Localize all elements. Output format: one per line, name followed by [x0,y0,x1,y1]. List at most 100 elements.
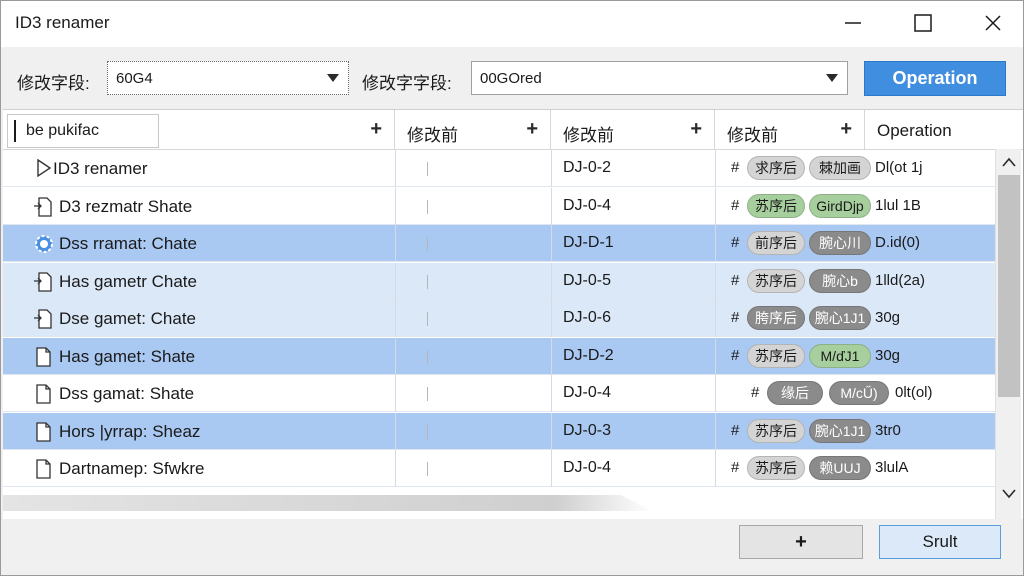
footer-bar: + Srult [1,519,1023,575]
cell-divider [551,188,552,225]
tag-pill[interactable]: 腕心川 [809,231,871,255]
title-bar: ID3 renamer [1,1,1023,47]
cell-divider [715,150,716,187]
hash-icon: # [731,272,740,289]
row-code: DJ-0-2 [563,159,612,176]
table-row[interactable]: Has gamet: Shate DJ-D-2 # 苏序后 M/ďJ1 30g [3,338,995,375]
table-row[interactable]: Dartnamep: Sfwkre DJ-0-4 # 苏序后 赖UUJ 3lulA [3,450,995,487]
tag-pill[interactable]: 苏序后 [747,344,805,368]
table-row[interactable]: Hors |yrrap: Sheaz DJ-0-3 # 苏序后 腕心1J1 3tr0 [3,413,995,450]
cell-divider [715,188,716,225]
tag-pill[interactable]: 腕心b [809,269,871,293]
row-value: Dl(ot 1j [875,159,923,176]
result-button[interactable]: Srult [879,525,1001,559]
add-column-icon[interactable]: + [690,118,702,141]
gear-icon [33,233,55,260]
hash-icon: # [731,159,740,176]
tag-pill[interactable]: M/ďJ1 [809,344,871,368]
file-link-icon [33,271,53,298]
column-filter-text: be pukifac [26,122,99,139]
column-header-name[interactable]: be pukifac + [3,110,395,150]
row-code: DJ-0-4 [563,459,612,476]
tag-pill[interactable]: 苏序后 [747,456,805,480]
file-link-icon [33,196,53,223]
tag-pill[interactable]: 苏序后 [747,194,805,218]
scroll-up-icon[interactable] [1002,157,1016,167]
cell-marker [427,200,428,214]
field1-value: 60G4 [116,70,153,87]
cell-marker [427,312,428,326]
scroll-down-icon[interactable] [1002,489,1016,499]
field2-value: 00GOred [480,70,542,87]
cell-divider [715,375,716,412]
row-name: Dss rramat: Chate [59,234,197,253]
cell-marker [427,275,428,289]
cell-divider [395,375,396,412]
file-icon [33,458,53,485]
vertical-scrollbar[interactable] [995,149,1021,519]
row-value: 0lt(ol) [895,384,933,401]
column-label: 修改前 [727,126,778,145]
cell-divider [551,450,552,487]
table-row[interactable]: D3 rezmatr Shate DJ-0-4 # 苏序后 GirdDjp 1lul 1B [3,188,995,225]
tag-pill[interactable]: 腕心1J1 [809,419,871,443]
tag-pill[interactable]: GirdDjp [809,194,871,218]
hash-icon: # [731,234,740,251]
maximize-button[interactable] [893,1,953,45]
tag-pill[interactable]: 前序后 [747,231,805,255]
row-name: Has gametr Chate [59,272,197,291]
toolbar: 修改字段: 60G4 修改字字段: 00GOred Operation [1,47,1023,109]
minimize-button[interactable] [823,1,883,45]
cell-divider [715,263,716,300]
close-icon [985,15,1001,31]
minimize-icon [845,22,861,24]
add-column-icon[interactable]: + [370,118,382,141]
field1-select[interactable]: 60G4 [107,61,349,95]
column-label: Operation [877,121,952,140]
hash-icon: # [731,459,740,476]
table-row[interactable]: Dss rramat: Chate DJ-D-1 # 前序后 腕心川 D.id(0) [3,225,995,262]
row-code: DJ-0-6 [563,309,612,326]
cell-marker [427,425,428,439]
row-code: DJ-0-3 [563,422,612,439]
column-header-operation[interactable]: Operation [865,110,1023,150]
tag-pill[interactable]: 缘后 [767,381,823,405]
scrollbar-thumb[interactable] [998,175,1020,397]
cell-divider [395,300,396,337]
table-row[interactable]: Dss gamat: Shate DJ-0-4 # 缘后 M/cŰ) 0lt(ol) [3,375,995,412]
add-column-icon[interactable]: + [840,118,852,141]
table-row[interactable]: Dse gamet: Chate DJ-0-6 # 胯序后 腕心1J1 30g [3,300,995,337]
add-column-icon[interactable]: + [526,118,538,141]
tag-pill[interactable]: 苏序后 [747,269,805,293]
tag-pill[interactable]: 苏序后 [747,419,805,443]
column-header-before-1[interactable]: 修改前 + [395,110,551,150]
hash-icon: # [751,384,760,401]
column-filter-input[interactable]: be pukifac [7,114,159,148]
row-name: D3 rezmatr Shate [59,197,193,216]
text-caret [14,120,16,142]
tag-pill[interactable]: 赖UUJ [809,456,871,480]
horizontal-scrollbar[interactable] [3,495,653,511]
column-header-before-3[interactable]: 修改前 + [715,110,865,150]
tag-pill[interactable]: 腕心1J1 [809,306,871,330]
table-row[interactable]: ID3 renamer DJ-0-2 # 求序后 棘加画 Dl(ot 1j [3,150,995,187]
close-button[interactable] [963,1,1023,45]
tag-pill[interactable]: 胯序后 [747,306,805,330]
tag-pill[interactable]: 棘加画 [809,156,871,180]
cell-divider [715,338,716,375]
field2-select[interactable]: 00GOred [471,61,848,95]
grid-header: be pukifac + 修改前 + 修改前 + 修改前 + Operation [3,110,1023,150]
column-header-before-2[interactable]: 修改前 + [551,110,715,150]
add-button[interactable]: + [739,525,863,559]
tag-pill[interactable]: M/cŰ) [829,381,889,405]
cell-divider [551,263,552,300]
file-grid: be pukifac + 修改前 + 修改前 + 修改前 + Operation… [3,109,1023,519]
maximize-icon [914,14,932,32]
operation-button[interactable]: Operation [864,61,1006,96]
table-row[interactable]: Has gametr Chate DJ-0-5 # 苏序后 腕心b 1lld(2a) [3,263,995,300]
tag-pill[interactable]: 求序后 [747,156,805,180]
field2-label: 修改字字段: [362,74,452,93]
field1-label: 修改字段: [17,74,90,93]
file-link-icon [33,308,53,335]
row-value: 1lld(2a) [875,272,926,289]
